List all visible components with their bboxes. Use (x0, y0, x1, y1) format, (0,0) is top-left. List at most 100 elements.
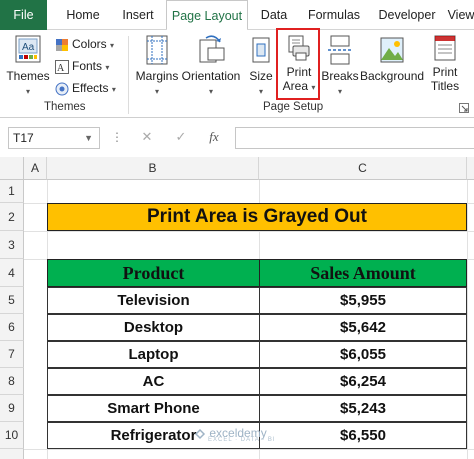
header-sales-cell[interactable]: Sales Amount (259, 259, 467, 287)
colors-label: Colors (72, 37, 107, 51)
colors-caret-icon: ▾ (110, 41, 115, 50)
formula-input[interactable] (235, 127, 474, 149)
sales-cell[interactable]: $6,055 (259, 341, 467, 368)
sales-cell[interactable]: $5,955 (259, 287, 467, 314)
size-button[interactable]: Size ▾ (246, 34, 276, 99)
tab-developer[interactable]: Developer (374, 0, 440, 30)
colors-button[interactable]: Colors ▾ (55, 34, 114, 54)
margins-button[interactable]: Margins ▾ (134, 34, 180, 99)
formula-bar: T17 ▼ ⋮ ✕ ✓ fx (0, 119, 474, 157)
fonts-label: Fonts (72, 59, 103, 73)
product-cell[interactable]: Desktop (47, 314, 260, 341)
row-header-9[interactable]: 9 (0, 395, 24, 422)
orientation-label: Orientation (181, 69, 241, 83)
themes-caret-icon: ▾ (25, 87, 30, 96)
gridline (24, 449, 474, 450)
row-header-1[interactable]: 1 (0, 180, 24, 203)
row-header-10[interactable]: 10 (0, 422, 24, 449)
column-header-b[interactable]: B (47, 157, 259, 180)
print-titles-label-line2: Titles (430, 79, 460, 93)
themes-icon: Aa (15, 35, 41, 63)
column-header-c[interactable]: C (259, 157, 467, 180)
size-caret-icon: ▾ (258, 87, 263, 96)
column-header-d[interactable] (467, 157, 474, 180)
colors-icon (56, 38, 68, 51)
sheet-title-cell[interactable]: Print Area is Grayed Out (47, 203, 467, 231)
breaks-caret-icon: ▾ (337, 87, 342, 96)
margins-caret-icon: ▾ (154, 87, 159, 96)
gridline (24, 231, 474, 232)
tab-data[interactable]: Data (252, 0, 296, 30)
cancel-icon[interactable]: ✕ (138, 128, 156, 146)
product-cell[interactable]: Laptop (47, 341, 260, 368)
themes-group-label: Themes (44, 101, 86, 113)
row-header-2[interactable]: 2 (0, 203, 24, 231)
sales-cell[interactable]: $6,254 (259, 368, 467, 395)
size-label: Size (249, 69, 273, 83)
page-setup-dialog-launcher-icon[interactable] (459, 103, 469, 113)
sales-cell[interactable]: $5,642 (259, 314, 467, 341)
tab-file[interactable]: File (0, 0, 47, 30)
row-header-4[interactable]: 4 (0, 259, 24, 287)
effects-icon (55, 82, 69, 96)
name-box-value: T17 (13, 131, 34, 145)
fonts-caret-icon: ▾ (105, 63, 110, 72)
product-cell[interactable]: Smart Phone (47, 395, 260, 422)
sales-cell[interactable]: $6,550 (259, 422, 467, 449)
tab-page-layout[interactable]: Page Layout (166, 0, 248, 31)
print-titles-icon (434, 35, 456, 61)
name-box[interactable]: T17 ▼ (8, 127, 100, 149)
group-separator (128, 36, 129, 114)
orientation-caret-icon: ▾ (208, 87, 213, 96)
column-header-a[interactable]: A (24, 157, 47, 180)
margins-icon (146, 35, 168, 65)
tab-insert[interactable]: Insert (112, 0, 164, 30)
product-cell[interactable]: Television (47, 287, 260, 314)
themes-button[interactable]: Aa Themes ▾ (6, 34, 50, 99)
print-titles-label-line1: Print (432, 65, 458, 79)
print-area-highlight-box (276, 28, 320, 100)
tab-view[interactable]: View (444, 0, 474, 30)
row-header-8[interactable]: 8 (0, 368, 24, 395)
sales-cell[interactable]: $5,243 (259, 395, 467, 422)
header-product-cell[interactable]: Product (47, 259, 260, 287)
row-header-3[interactable]: 3 (0, 231, 24, 259)
product-cell[interactable]: AC (47, 368, 260, 395)
background-button[interactable]: Background (360, 34, 424, 83)
effects-button[interactable]: Effects ▾ (55, 78, 116, 98)
name-box-dropdown-icon[interactable]: ▼ (84, 128, 93, 148)
svg-text:Aa: Aa (22, 42, 35, 53)
select-all-corner[interactable] (0, 157, 24, 180)
breaks-icon (328, 35, 352, 65)
themes-label: Themes (6, 69, 50, 83)
enter-icon[interactable]: ✓ (172, 128, 190, 146)
ribbon-tab-bar: File Home Insert Page Layout Data Formul… (0, 0, 474, 31)
gridline (467, 180, 468, 459)
exceldemy-logo-icon (194, 428, 206, 439)
margins-label: Margins (135, 69, 179, 83)
tab-formulas[interactable]: Formulas (301, 0, 367, 30)
row-header-6[interactable]: 6 (0, 314, 24, 341)
fonts-icon: A (55, 59, 69, 74)
breaks-label: Breaks (321, 69, 359, 83)
background-icon (380, 37, 404, 63)
exceldemy-watermark: exceldemy EXCEL · DATA · BI (194, 426, 276, 448)
row-header-11[interactable] (0, 449, 24, 459)
background-label: Background (360, 69, 425, 83)
page-setup-group-label: Page Setup (263, 101, 324, 113)
effects-label: Effects (72, 81, 109, 95)
tab-home[interactable]: Home (58, 0, 108, 30)
svg-text:A: A (57, 63, 65, 74)
row-header-5[interactable]: 5 (0, 287, 24, 314)
formula-bar-resize-icon[interactable]: ⋮ (111, 130, 123, 144)
orientation-icon (199, 35, 225, 63)
print-titles-button[interactable]: Print Titles (425, 34, 465, 93)
size-icon (252, 37, 270, 63)
effects-caret-icon: ▾ (111, 85, 116, 94)
row-header-7[interactable]: 7 (0, 341, 24, 368)
orientation-button[interactable]: Orientation ▾ (181, 34, 241, 99)
ribbon: Aa Themes ▾ Colors ▾ A Fonts ▾ Effects ▾… (0, 28, 474, 118)
breaks-button[interactable]: Breaks ▾ (321, 34, 359, 99)
insert-function-icon[interactable]: fx (205, 128, 223, 146)
fonts-button[interactable]: A Fonts ▾ (55, 56, 109, 76)
